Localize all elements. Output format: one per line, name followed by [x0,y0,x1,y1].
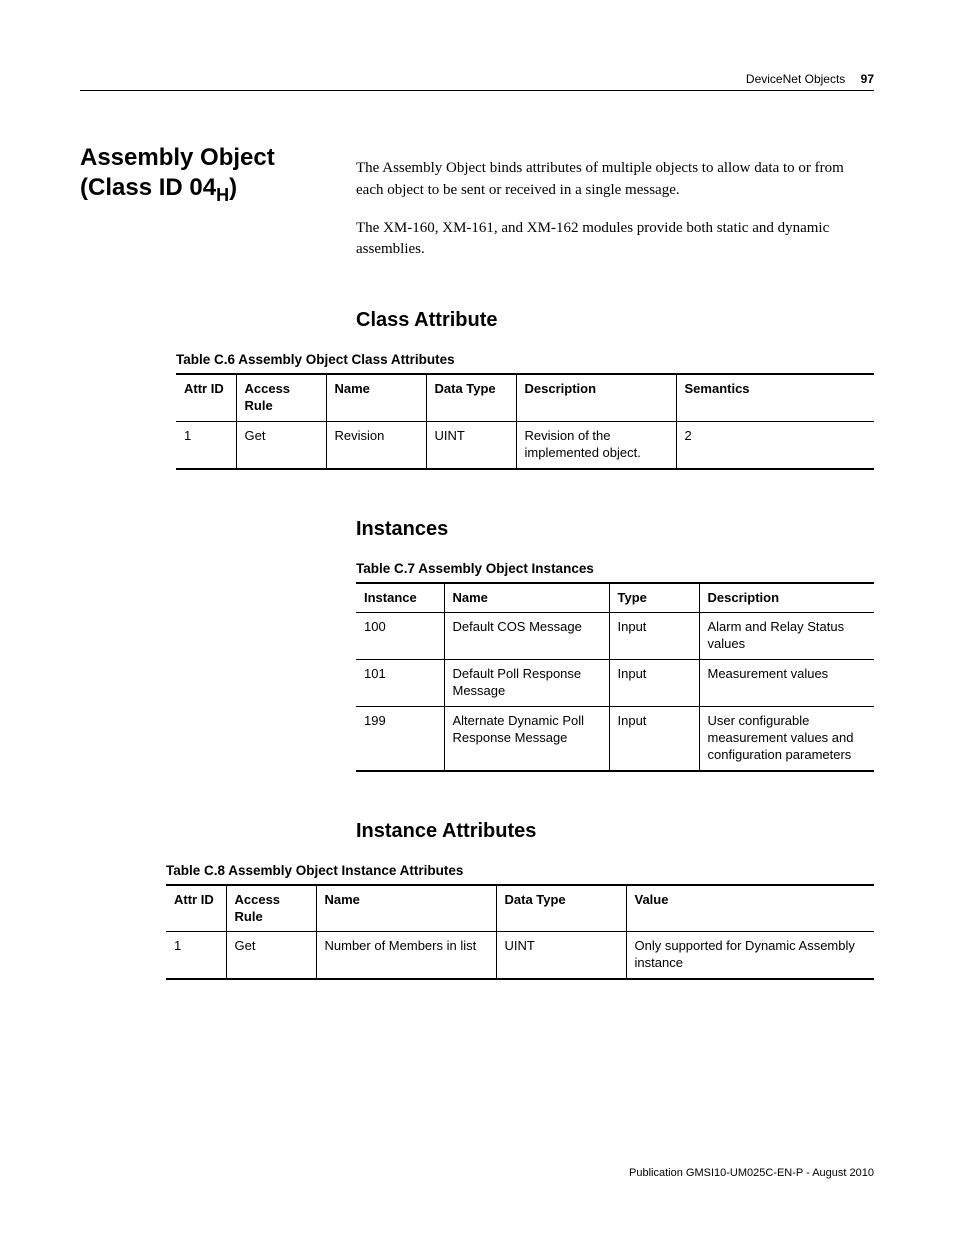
table-row: 1 Get Number of Members in list UINT Onl… [166,932,874,979]
th-value: Value [626,885,874,932]
table-row: 1 Get Revision UINT Revision of the impl… [176,421,874,468]
right-column: The Assembly Object binds attributes of … [356,143,874,980]
heading-instances: Instances [356,518,874,541]
cell: User configurable measurement values and… [699,707,874,771]
running-header: DeviceNet Objects 97 [80,72,874,86]
cell: 100 [356,613,444,660]
th-data-type: Data Type [496,885,626,932]
table-header-row: Attr ID Access Rule Name Data Type Descr… [176,374,874,421]
cell: Measurement values [699,660,874,707]
header-section: DeviceNet Objects [746,72,845,86]
cell: 1 [166,932,226,979]
table-c7: Instance Name Type Description 100 Defau… [356,582,874,772]
table-c8-wrapper: Table C.8 Assembly Object Instance Attri… [166,863,874,981]
th-name: Name [316,885,496,932]
table-header-row: Attr ID Access Rule Name Data Type Value [166,885,874,932]
th-description: Description [516,374,676,421]
heading-class-attribute: Class Attribute [356,309,874,332]
table-row: 100 Default COS Message Input Alarm and … [356,613,874,660]
table-c7-caption: Table C.7 Assembly Object Instances [356,561,874,576]
cell: Alarm and Relay Status values [699,613,874,660]
cell: Revision of the implemented object. [516,421,676,468]
th-attr-id: Attr ID [176,374,236,421]
title-subscript: H [216,185,229,205]
table-row: 199 Alternate Dynamic Poll Response Mess… [356,707,874,771]
th-semantics: Semantics [676,374,874,421]
title-line1: Assembly Object [80,144,275,171]
header-rule [80,90,874,91]
cell: Input [609,613,699,660]
cell: 1 [176,421,236,468]
cell: UINT [496,932,626,979]
table-c8: Attr ID Access Rule Name Data Type Value… [166,884,874,981]
footer-publication: Publication GMSI10-UM025C-EN-P - August … [629,1167,874,1179]
cell: Get [226,932,316,979]
table-c6: Attr ID Access Rule Name Data Type Descr… [176,373,874,470]
table-c6-wrapper: Table C.6 Assembly Object Class Attribut… [176,352,874,470]
intro-paragraph-1: The Assembly Object binds attributes of … [356,158,874,202]
intro-paragraph-2: The XM-160, XM-161, and XM-162 modules p… [356,218,874,262]
left-column: Assembly Object (Class ID 04H) [80,143,328,206]
th-instance: Instance [356,583,444,613]
th-access-rule: Access Rule [226,885,316,932]
th-data-type: Data Type [426,374,516,421]
table-header-row: Instance Name Type Description [356,583,874,613]
table-c7-wrapper: Table C.7 Assembly Object Instances Inst… [356,561,874,772]
th-type: Type [609,583,699,613]
title-line2-suffix: ) [229,174,237,201]
table-c6-caption: Table C.6 Assembly Object Class Attribut… [176,352,874,367]
page-title: Assembly Object (Class ID 04H) [80,143,328,206]
th-name: Name [444,583,609,613]
table-row: 101 Default Poll Response Message Input … [356,660,874,707]
cell: 199 [356,707,444,771]
cell: Alternate Dynamic Poll Response Message [444,707,609,771]
cell: Only supported for Dynamic Assembly inst… [626,932,874,979]
cell: Number of Members in list [316,932,496,979]
header-page-number: 97 [849,72,874,86]
cell: 101 [356,660,444,707]
title-line2-prefix: (Class ID 04 [80,174,216,201]
th-description: Description [699,583,874,613]
th-name: Name [326,374,426,421]
th-access-rule: Access Rule [236,374,326,421]
two-column-block: Assembly Object (Class ID 04H) The Assem… [80,143,874,980]
cell: Revision [326,421,426,468]
cell: 2 [676,421,874,468]
table-c8-caption: Table C.8 Assembly Object Instance Attri… [166,863,874,878]
cell: Default Poll Response Message [444,660,609,707]
cell: UINT [426,421,516,468]
heading-instance-attributes: Instance Attributes [356,820,874,843]
cell: Input [609,707,699,771]
cell: Input [609,660,699,707]
cell: Get [236,421,326,468]
page: DeviceNet Objects 97 Assembly Object (Cl… [0,0,954,1235]
th-attr-id: Attr ID [166,885,226,932]
cell: Default COS Message [444,613,609,660]
